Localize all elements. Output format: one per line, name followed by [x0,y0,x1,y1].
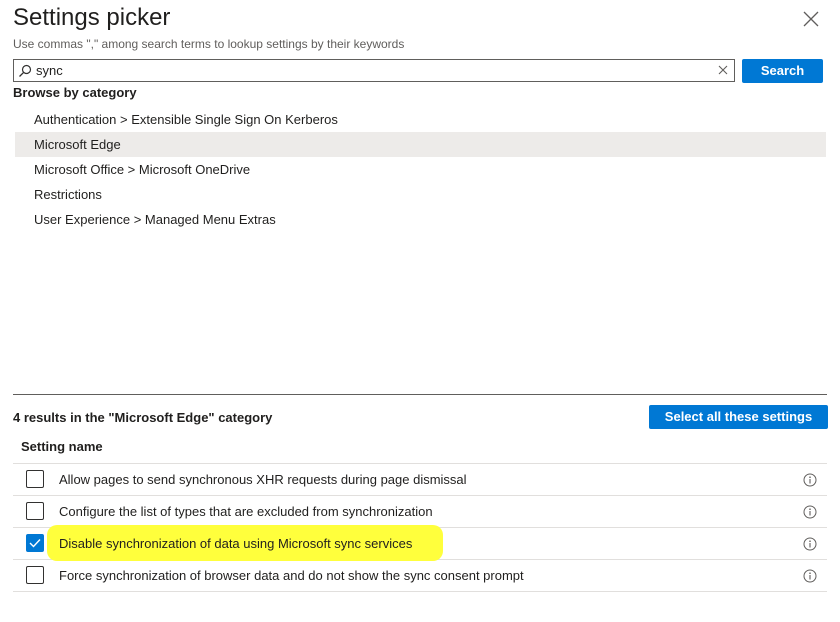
category-item-user-experience-managed-menu-extras[interactable]: User Experience > Managed Menu Extras [15,207,826,232]
row-checkbox[interactable] [26,470,44,488]
row-checkbox[interactable] [26,502,44,520]
category-item-microsoft-edge[interactable]: Microsoft Edge [15,132,826,157]
info-icon[interactable] [803,473,817,487]
setting-name: Allow pages to send synchronous XHR requ… [59,472,467,487]
page-subtitle: Use commas "," among search terms to loo… [13,37,405,51]
info-icon[interactable] [803,569,817,583]
setting-name: Force synchronization of browser data an… [59,568,524,583]
category-item-authentication-kerberos[interactable]: Authentication > Extensible Single Sign … [15,107,826,132]
select-all-settings-button[interactable]: Select all these settings [649,405,828,429]
table-row[interactable]: Force synchronization of browser data an… [13,560,827,592]
checkmark-icon [29,539,41,548]
table-row[interactable]: Disable synchronization of data using Mi… [13,525,827,561]
search-box[interactable] [13,59,735,82]
category-item-microsoft-office-onedrive[interactable]: Microsoft Office > Microsoft OneDrive [15,157,826,182]
page-title: Settings picker [13,4,171,31]
table-row[interactable]: Allow pages to send synchronous XHR requ… [13,464,827,496]
column-header-setting-name: Setting name [21,439,103,454]
search-icon [19,64,32,77]
settings-table: Allow pages to send synchronous XHR requ… [13,463,827,592]
table-row[interactable]: Configure the list of types that are exc… [13,496,827,528]
info-icon[interactable] [803,505,817,519]
category-item-restrictions[interactable]: Restrictions [15,182,826,207]
category-list: Authentication > Extensible Single Sign … [15,107,826,232]
row-checkbox[interactable] [26,534,44,552]
section-divider [13,394,827,395]
close-icon[interactable] [802,10,820,28]
setting-name: Disable synchronization of data using Mi… [59,536,413,551]
results-summary: 4 results in the "Microsoft Edge" catego… [13,410,273,425]
info-icon[interactable] [803,537,817,551]
row-checkbox[interactable] [26,566,44,584]
browse-by-category-label: Browse by category [13,85,137,100]
setting-name: Configure the list of types that are exc… [59,504,433,519]
search-input[interactable] [36,60,716,81]
clear-icon[interactable] [718,65,728,75]
search-button[interactable]: Search [742,59,823,83]
